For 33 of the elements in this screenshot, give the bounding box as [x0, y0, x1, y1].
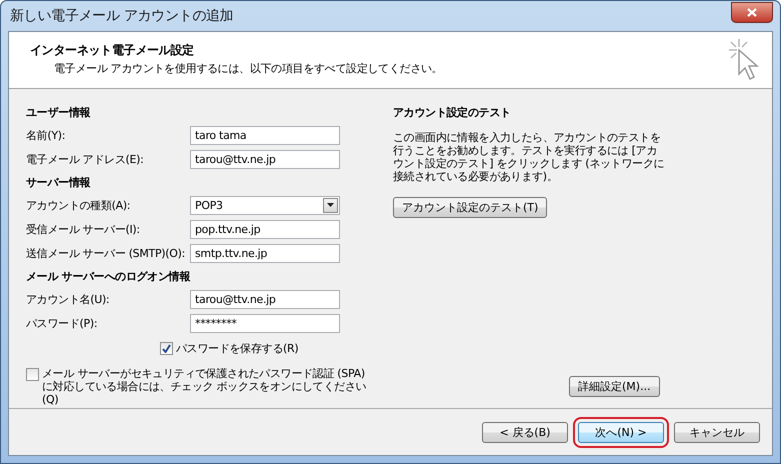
input-field[interactable]: ********	[190, 314, 340, 332]
account-type-dropdown[interactable]: POP3	[190, 196, 340, 214]
field-label: パスワード(P):	[26, 316, 98, 330]
test-account-button[interactable]: アカウント設定のテスト(T)	[393, 197, 548, 218]
field-label: 電子メール アドレス(E):	[26, 152, 145, 166]
wizard-button[interactable]: < 戻る(B)	[482, 422, 568, 442]
wizard-button[interactable]: キャンセル	[674, 422, 760, 442]
field-label: 受信メール サーバー(I):	[26, 222, 141, 236]
close-icon	[747, 8, 757, 16]
advanced-settings-button[interactable]: 詳細設定(M)...	[569, 376, 660, 397]
field-label: アカウント名(U):	[26, 292, 110, 306]
field-label: 名前(Y):	[26, 128, 66, 142]
page-subtitle: 電子メール アカウントを使用するには、以下の項目をすべて設定してください。	[53, 61, 442, 76]
checkbox[interactable]	[160, 342, 173, 354]
dropdown-arrow-icon	[327, 203, 334, 207]
input-field[interactable]: tarou@ttv.ne.jp	[190, 150, 340, 168]
description-text: この画面内に情報を入力したら、アカウントのテストを行うことをお勧めします。テストを実行するには [アカウント設定のテスト] をクリックします (ネットワークに接続されている必要があります)。	[393, 131, 665, 183]
field-label: 送信メール サーバー (SMTP)(O):	[26, 246, 186, 260]
section-title: ユーザー情報	[26, 104, 92, 120]
section-title: アカウント設定のテスト	[393, 104, 512, 120]
checkbox[interactable]	[26, 368, 39, 381]
section-title: メール サーバーへのログオン情報	[26, 268, 192, 284]
window-title: 新しい電子メール アカウントの追加	[9, 7, 234, 25]
input-field[interactable]: pop.ttv.ne.jp	[190, 220, 340, 238]
input-field[interactable]: smtp.ttv.ne.jp	[190, 244, 340, 262]
checkbox-label: メール サーバーがセキュリティで保護されたパスワード認証 (SPA) に対応している場合には、チェック ボックスをオンにしてください(Q)	[42, 367, 368, 406]
field-label: アカウントの種類(A):	[26, 198, 132, 212]
section-title: サーバー情報	[26, 174, 92, 190]
checkbox-label: パスワードを保存する(R)	[176, 340, 298, 356]
close-button[interactable]	[731, 2, 773, 22]
input-field[interactable]: taro tama	[190, 126, 340, 144]
page-title: インターネット電子メール設定	[30, 42, 195, 59]
input-field[interactable]: tarou@ttv.ne.jp	[190, 290, 340, 308]
